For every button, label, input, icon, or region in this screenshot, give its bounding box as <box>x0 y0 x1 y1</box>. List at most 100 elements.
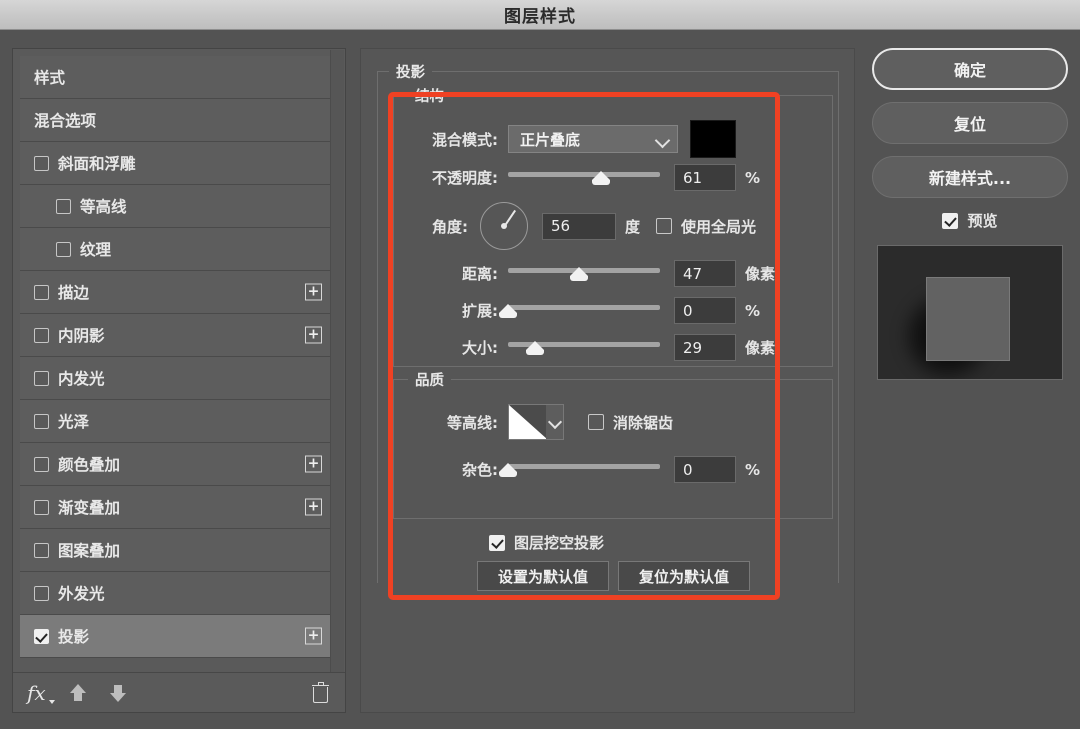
sidebar-item-checkbox[interactable] <box>56 241 71 257</box>
sidebar-item-checkbox[interactable] <box>34 542 49 558</box>
sidebar-item-label: 光泽 <box>58 413 90 431</box>
ok-button[interactable]: 确定 <box>872 48 1068 90</box>
add-effect-plus-icon[interactable]: + <box>305 455 322 473</box>
fx-icon[interactable]: fx <box>27 681 55 705</box>
noise-input[interactable]: 0 <box>674 456 736 483</box>
reset-to-default-button[interactable]: 复位为默认值 <box>618 561 750 591</box>
preview-box[interactable] <box>942 212 959 229</box>
sidebar-item-5[interactable]: 描边 + <box>20 271 332 314</box>
blend-mode-select[interactable]: 正片叠底 <box>508 125 678 153</box>
sidebar-item-checkbox[interactable] <box>34 628 49 644</box>
sidebar-item-11[interactable]: 图案叠加 <box>20 529 332 572</box>
angle-input[interactable]: 56 <box>542 212 616 240</box>
sidebar-item-label: 图案叠加 <box>58 542 121 560</box>
sidebar-item-checkbox[interactable] <box>34 499 49 515</box>
size-row: 大小: 29 像素 <box>406 334 775 361</box>
sidebar-item-7[interactable]: 内发光 <box>20 357 332 400</box>
trash-icon[interactable] <box>312 681 329 703</box>
angle-dial[interactable] <box>480 202 528 250</box>
sidebar-item-6[interactable]: 内阴影 + <box>20 314 332 357</box>
distance-label: 距离: <box>462 265 498 283</box>
sidebar-item-checkbox[interactable] <box>34 456 49 472</box>
preview-shape <box>926 277 1010 361</box>
sidebar-item-3[interactable]: 等高线 <box>20 185 332 228</box>
noise-label: 杂色: <box>462 461 498 479</box>
sidebar-item-13[interactable]: 投影 + <box>20 615 332 658</box>
noise-slider[interactable] <box>499 459 660 481</box>
sidebar-item-label: 描边 <box>58 284 90 302</box>
add-effect-plus-icon[interactable]: + <box>305 283 322 301</box>
layer-knocks-out-checkbox[interactable]: 图层挖空投影 <box>489 532 604 553</box>
add-effect-plus-icon[interactable]: + <box>305 326 322 344</box>
new-style-button[interactable]: 新建样式... <box>872 156 1068 198</box>
spread-slider-knob[interactable] <box>499 303 517 318</box>
layer-knocks-out-label: 图层挖空投影 <box>514 534 605 552</box>
spread-label: 扩展: <box>462 302 498 320</box>
sidebar-item-checkbox[interactable] <box>34 327 49 343</box>
sidebar-item-1[interactable]: 混合选项 <box>20 99 332 142</box>
angle-label: 角度: <box>432 217 468 236</box>
sidebar-item-label: 外发光 <box>58 585 105 603</box>
drop-shadow-group-title: 投影 <box>389 61 432 82</box>
spread-slider[interactable] <box>499 300 660 322</box>
sidebar-item-label: 颜色叠加 <box>58 456 121 474</box>
distance-slider-knob[interactable] <box>570 266 589 281</box>
layer-knocks-out-box[interactable] <box>489 534 505 551</box>
sidebar-item-checkbox[interactable] <box>34 370 49 386</box>
anti-alias-label: 消除锯齿 <box>613 413 674 432</box>
distance-unit: 像素 <box>745 265 776 283</box>
styles-list[interactable]: 样式 混合选项 斜面和浮雕 等高线 纹理 描边 + 内阴影 + 内发光 光泽 颜色叠加 + 渐变叠加 + 图案… <box>13 49 345 674</box>
sidebar-item-9[interactable]: 颜色叠加 + <box>20 443 332 486</box>
set-as-default-button[interactable]: 设置为默认值 <box>477 561 609 591</box>
sidebar-item-label: 纹理 <box>80 241 112 259</box>
sidebar-item-2[interactable]: 斜面和浮雕 <box>20 142 332 185</box>
size-slider-knob[interactable] <box>526 340 545 355</box>
spread-unit: % <box>745 301 761 320</box>
use-global-light-checkbox[interactable]: 使用全局光 <box>656 216 756 237</box>
contour-chevron-down-icon[interactable] <box>546 405 563 439</box>
distance-slider[interactable] <box>508 263 660 285</box>
add-effect-plus-icon[interactable]: + <box>305 498 322 516</box>
layer-style-dialog: 样式 混合选项 斜面和浮雕 等高线 纹理 描边 + 内阴影 + 内发光 光泽 颜色叠加 + 渐变叠加 + 图案… <box>0 31 1080 729</box>
angle-row: 角度: 56 度 使用全局光 <box>406 202 756 250</box>
sidebar-item-checkbox[interactable] <box>56 198 71 214</box>
size-input[interactable]: 29 <box>674 334 736 361</box>
sidebar-item-label: 等高线 <box>80 198 127 216</box>
sidebar-item-12[interactable]: 外发光 <box>20 572 332 615</box>
sidebar-item-checkbox[interactable] <box>34 284 49 300</box>
contour-preview <box>509 405 547 439</box>
contour-picker[interactable] <box>508 404 564 440</box>
sidebar-item-10[interactable]: 渐变叠加 + <box>20 486 332 529</box>
styles-list-scrollbar[interactable] <box>330 50 344 673</box>
sidebar-item-checkbox[interactable] <box>34 413 49 429</box>
arrow-up-icon[interactable] <box>69 683 86 703</box>
dialog-actions: 确定 复位 新建样式... 预览 <box>872 48 1068 713</box>
angle-unit: 度 <box>625 217 641 236</box>
sidebar-item-checkbox[interactable] <box>34 585 49 601</box>
opacity-slider-knob[interactable] <box>591 170 610 185</box>
opacity-slider[interactable] <box>508 167 660 189</box>
preview-checkbox[interactable]: 预览 <box>872 210 1068 231</box>
blend-mode-label: 混合模式: <box>432 130 498 149</box>
anti-alias-box[interactable] <box>588 414 604 430</box>
sidebar-item-4[interactable]: 纹理 <box>20 228 332 271</box>
add-effect-plus-icon[interactable]: + <box>305 627 322 645</box>
sidebar-item-8[interactable]: 光泽 <box>20 400 332 443</box>
arrow-down-icon[interactable] <box>109 683 126 703</box>
blend-mode-value: 正片叠底 <box>520 130 581 149</box>
window-title-bar: 图层样式 <box>0 0 1080 30</box>
reset-button[interactable]: 复位 <box>872 102 1068 144</box>
use-global-light-box[interactable] <box>656 218 673 234</box>
sidebar-item-label: 样式 <box>34 69 66 87</box>
sidebar-item-checkbox[interactable] <box>34 155 49 171</box>
preview-label: 预览 <box>967 212 998 230</box>
opacity-input[interactable]: 61 <box>674 164 736 191</box>
spread-input[interactable]: 0 <box>674 297 736 324</box>
sidebar-item-label: 投影 <box>58 628 90 646</box>
sidebar-item-0[interactable]: 样式 <box>20 56 332 99</box>
anti-alias-checkbox[interactable]: 消除锯齿 <box>588 412 673 433</box>
noise-slider-knob[interactable] <box>499 462 517 477</box>
size-slider[interactable] <box>508 337 660 359</box>
shadow-color-swatch[interactable] <box>690 120 736 158</box>
distance-input[interactable]: 47 <box>674 260 736 287</box>
